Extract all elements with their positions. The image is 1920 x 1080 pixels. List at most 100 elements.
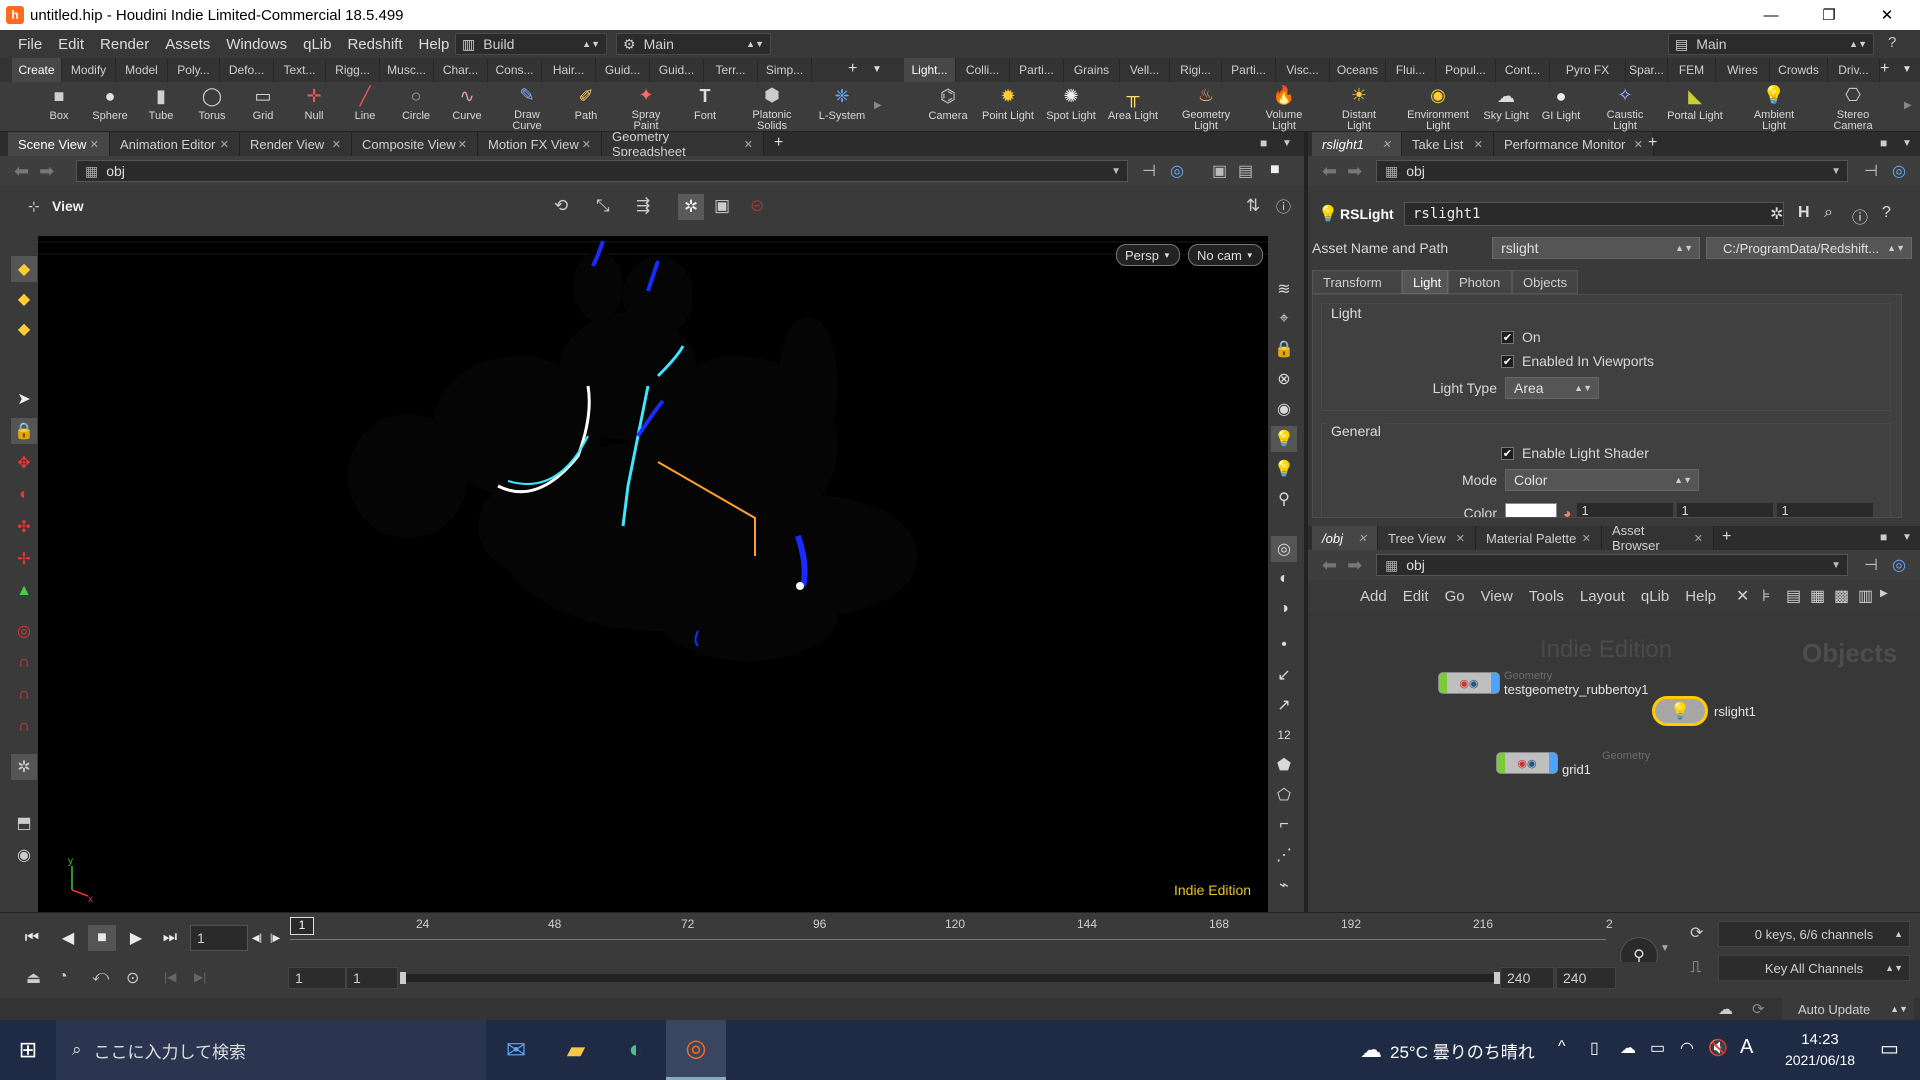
- global-anim-icon[interactable]: ⊙: [126, 968, 139, 988]
- playback-start-field[interactable]: 1: [346, 967, 398, 989]
- shelf-tab-texture[interactable]: Text...: [274, 58, 326, 82]
- light-type-dropdown[interactable]: Area ▲▼: [1505, 377, 1599, 399]
- display-brush-icon[interactable]: ⌁: [1271, 872, 1297, 898]
- select-points-icon[interactable]: ◆: [11, 286, 37, 312]
- network-menu-edit[interactable]: Edit: [1395, 588, 1437, 605]
- back-arrow-icon[interactable]: ⬅: [1322, 161, 1337, 182]
- close-icon[interactable]: ✕: [90, 138, 99, 151]
- tool-platonic-solids[interactable]: ⬢ Platonic Solids: [744, 84, 800, 132]
- hda-icon[interactable]: H: [1798, 204, 1810, 222]
- close-icon[interactable]: ✕: [332, 138, 341, 151]
- shelf-tab-fluids[interactable]: Flui...: [1386, 58, 1436, 82]
- tool-environment-light[interactable]: ◉ Environment Light: [1407, 84, 1469, 132]
- notification-icon[interactable]: ▭: [1880, 1036, 1899, 1061]
- rotate-tool-icon[interactable]: ◐: [11, 482, 37, 508]
- range-start-field[interactable]: 1: [288, 967, 346, 989]
- network-path-field[interactable]: ▦ obj ▼: [1376, 554, 1848, 576]
- left-path-field[interactable]: ▦ obj ▼: [76, 160, 1128, 182]
- shelf-tab-terrain[interactable]: Terr...: [704, 58, 758, 82]
- close-icon[interactable]: ✕: [1634, 138, 1643, 151]
- tree-icon[interactable]: ⊧: [1762, 586, 1770, 606]
- display-prim-icon[interactable]: ⬟: [1271, 752, 1297, 778]
- network-menu-qlib[interactable]: qLib: [1633, 588, 1677, 605]
- playback-end-field[interactable]: 240: [1500, 967, 1554, 989]
- screen-icon[interactable]: ▣: [714, 196, 730, 216]
- auto-update-dropdown[interactable]: Auto Update ▲▼: [1782, 998, 1914, 1020]
- menu-render[interactable]: Render: [92, 36, 157, 53]
- help-icon[interactable]: ?: [1888, 34, 1896, 51]
- desktop-selector[interactable]: ▥ Build ▲▼: [455, 33, 607, 55]
- forward-arrow-icon[interactable]: ➡: [1347, 555, 1362, 576]
- background-icon[interactable]: ■: [1270, 161, 1280, 179]
- wireframe-toggle-icon[interactable]: ✲: [678, 194, 704, 220]
- lock-icon[interactable]: 🔒: [11, 418, 37, 444]
- node-rslight1[interactable]: 💡 rslight1: [1652, 696, 1756, 726]
- tab-transform[interactable]: Transform: [1312, 270, 1402, 294]
- pane-menu-icon[interactable]: ▼: [1282, 138, 1292, 149]
- shelf-tab-poly[interactable]: Poly...: [168, 58, 220, 82]
- shelf-tab-simple[interactable]: Simp...: [758, 58, 812, 82]
- jump-start-button[interactable]: ⏮: [18, 925, 46, 951]
- help-icon[interactable]: ?: [1882, 204, 1891, 222]
- viewport-layout-icon[interactable]: ▣: [1212, 161, 1227, 181]
- mail-app-icon[interactable]: ✉: [486, 1020, 546, 1080]
- viewer-help-icon[interactable]: ⓘ: [1276, 196, 1291, 217]
- display-eye2-icon[interactable]: ◑: [1271, 596, 1297, 622]
- prev-key-button[interactable]: ◀|: [248, 925, 266, 951]
- channel-graph-icon[interactable]: ⎍: [1690, 959, 1701, 977]
- menu-file[interactable]: File: [10, 36, 50, 53]
- prev-range-icon[interactable]: |◀: [164, 970, 176, 984]
- ime-indicator[interactable]: A: [1740, 1036, 1753, 1059]
- shelf-tab-sparse[interactable]: Spar...: [1626, 58, 1668, 82]
- param-path-field[interactable]: ▦ obj ▼: [1376, 160, 1848, 182]
- display-ghost-icon[interactable]: ⊗: [1271, 366, 1297, 392]
- tab-asset-browser[interactable]: Asset Browser ✕: [1602, 523, 1714, 553]
- persp-menu[interactable]: Persp ▼: [1116, 244, 1180, 266]
- loop-icon[interactable]: ⤺: [92, 968, 109, 986]
- enabled-viewports-checkbox[interactable]: ✔: [1501, 354, 1514, 368]
- param-menu-icon[interactable]: ▼: [1902, 138, 1912, 149]
- node-grid1[interactable]: ◉ ◉ Geometry grid1: [1496, 750, 1650, 776]
- display-grid-icon[interactable]: ≋: [1271, 276, 1297, 302]
- realtime-icon[interactable]: ⏏: [26, 968, 41, 988]
- audio-icon[interactable]: ◔: [58, 968, 68, 986]
- add-shelf-tab-icon[interactable]: +: [848, 60, 857, 78]
- on-checkbox[interactable]: ✔: [1501, 330, 1514, 344]
- weather-widget[interactable]: ☁ 25°C 曇りのち晴れ: [1360, 1020, 1535, 1080]
- network-editor[interactable]: Indie Edition Objects ◉ ◉ Geometry testge…: [1308, 612, 1920, 912]
- display-shade-icon[interactable]: ◉: [1271, 396, 1297, 422]
- volume-mute-icon[interactable]: 🔇: [1708, 1038, 1728, 1058]
- tool-geometry-light[interactable]: ♨ Geometry Light: [1178, 84, 1234, 132]
- close-icon[interactable]: ✕: [458, 138, 467, 151]
- shelf-tab-pyrofx[interactable]: Pyro FX: [1550, 58, 1626, 82]
- tool-draw-curve[interactable]: ✎ Draw Curve: [499, 84, 555, 132]
- close-icon[interactable]: ✕: [744, 138, 753, 151]
- color-swatch[interactable]: [1505, 503, 1557, 517]
- display-light-icon[interactable]: 💡: [1271, 426, 1297, 452]
- frame-field[interactable]: 1: [190, 925, 248, 951]
- display-normal-icon[interactable]: ↙: [1271, 662, 1297, 688]
- tab-material-palette[interactable]: Material Palette ✕: [1476, 526, 1602, 550]
- shelf-tab-rigging[interactable]: Rigg...: [326, 58, 380, 82]
- asset-path-dropdown[interactable]: C:/ProgramData/Redshift... ▲▼: [1706, 237, 1912, 259]
- stop-button[interactable]: ■: [88, 925, 116, 951]
- stop-render-icon[interactable]: ⊝: [750, 196, 764, 216]
- wrench-icon[interactable]: ✕: [1736, 586, 1749, 606]
- tool-sphere[interactable]: ● Sphere: [82, 84, 138, 132]
- pin-icon[interactable]: ⊣: [1864, 555, 1878, 575]
- select-edges-icon[interactable]: ◆: [11, 316, 37, 342]
- display-vector-icon[interactable]: ↗: [1271, 692, 1297, 718]
- forward-arrow-icon[interactable]: ➡: [39, 161, 54, 182]
- select-mode-icon[interactable]: ◆: [11, 256, 37, 282]
- tab-render-view[interactable]: Render View ✕: [240, 132, 352, 156]
- tool-null[interactable]: ✛ Null: [286, 84, 342, 132]
- network-maximize-icon[interactable]: ■: [1880, 530, 1887, 544]
- select-arrow-icon[interactable]: ➤: [11, 386, 37, 412]
- shelf-tab-rigid[interactable]: Rigi...: [1170, 58, 1222, 82]
- display-options-icon[interactable]: ◎: [1271, 536, 1297, 562]
- timeline-ruler[interactable]: 1 24 48 72 96 120 144 168 192 216 2: [288, 915, 1613, 955]
- tray-cloud-icon[interactable]: ☁: [1620, 1038, 1636, 1058]
- shelf-tab-grains[interactable]: Grains: [1064, 58, 1120, 82]
- orbit-tool-icon[interactable]: ⟲: [554, 196, 568, 216]
- shelf-menu-right-icon[interactable]: ▼: [1902, 64, 1912, 75]
